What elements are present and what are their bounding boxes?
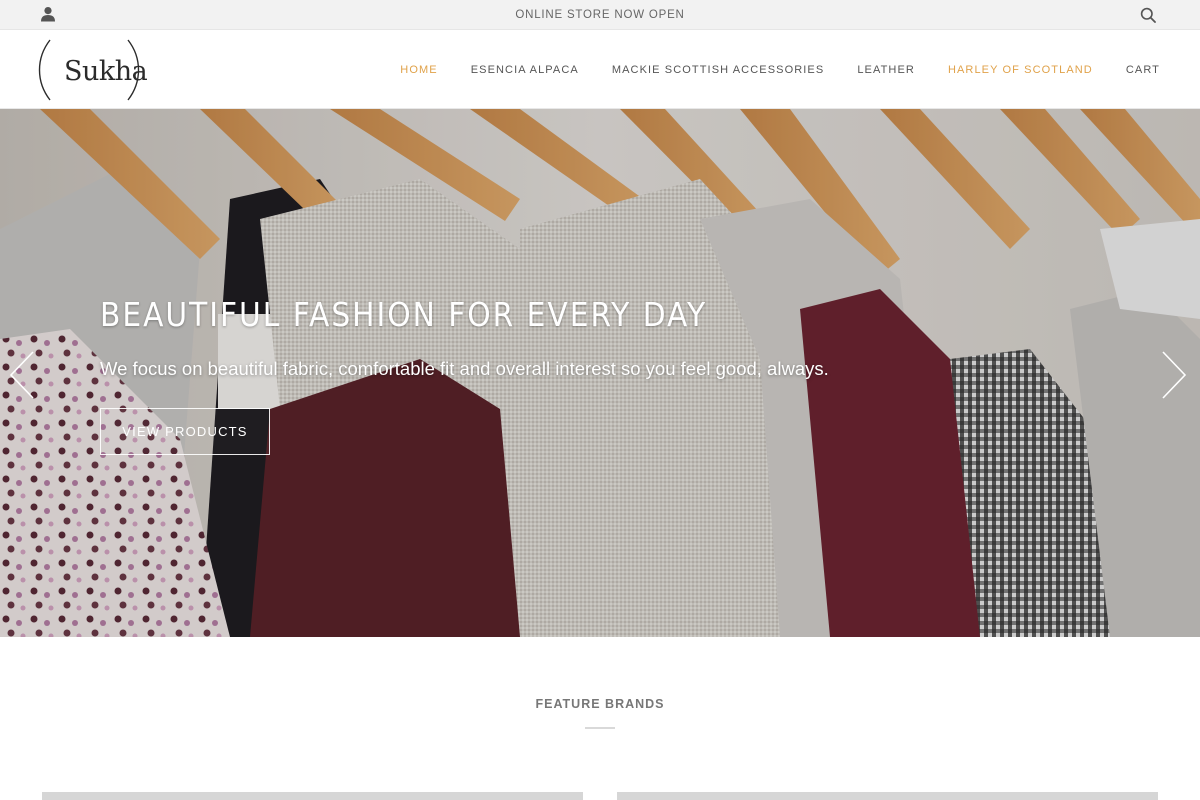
nav-item-harley-of-scotland[interactable]: HARLEY OF SCOTLAND [948, 64, 1093, 76]
nav-item-leather[interactable]: LEATHER [857, 64, 915, 76]
heading-divider [585, 727, 615, 729]
main-nav: HOME ESENCIA ALPACA MACKIE SCOTTISH ACCE… [367, 30, 1160, 109]
hero-subtitle: We focus on beautiful fabric, comfortabl… [100, 358, 829, 379]
nav-item-mackie-scottish-accessories[interactable]: MACKIE SCOTTISH ACCESSORIES [612, 64, 824, 76]
nav-item-esencia-alpaca[interactable]: ESENCIA ALPACA [471, 64, 579, 76]
view-products-button[interactable]: VIEW PRODUCTS [100, 408, 270, 455]
chevron-left-icon[interactable] [8, 350, 38, 400]
hero-title: BEAUTIFUL FASHION FOR EVERY DAY [100, 295, 708, 334]
logo-text: Sukha [64, 56, 148, 87]
announcement-bar: ONLINE STORE NOW OPEN [0, 0, 1200, 30]
search-icon[interactable] [1140, 7, 1156, 23]
announcement-text: ONLINE STORE NOW OPEN [515, 9, 685, 21]
site-header: Sukha HOME ESENCIA ALPACA MACKIE SCOTTIS… [0, 30, 1200, 109]
site-logo[interactable]: Sukha [38, 38, 148, 102]
chevron-right-icon[interactable] [1158, 350, 1188, 400]
feature-brands-heading: FEATURE BRANDS [535, 697, 665, 711]
brand-card[interactable] [42, 792, 583, 800]
hero-slideshow: BEAUTIFUL FASHION FOR EVERY DAY We focus… [0, 109, 1200, 637]
brand-card[interactable] [617, 792, 1158, 800]
nav-item-cart[interactable]: CART [1126, 64, 1160, 76]
nav-item-home[interactable]: HOME [400, 64, 437, 76]
